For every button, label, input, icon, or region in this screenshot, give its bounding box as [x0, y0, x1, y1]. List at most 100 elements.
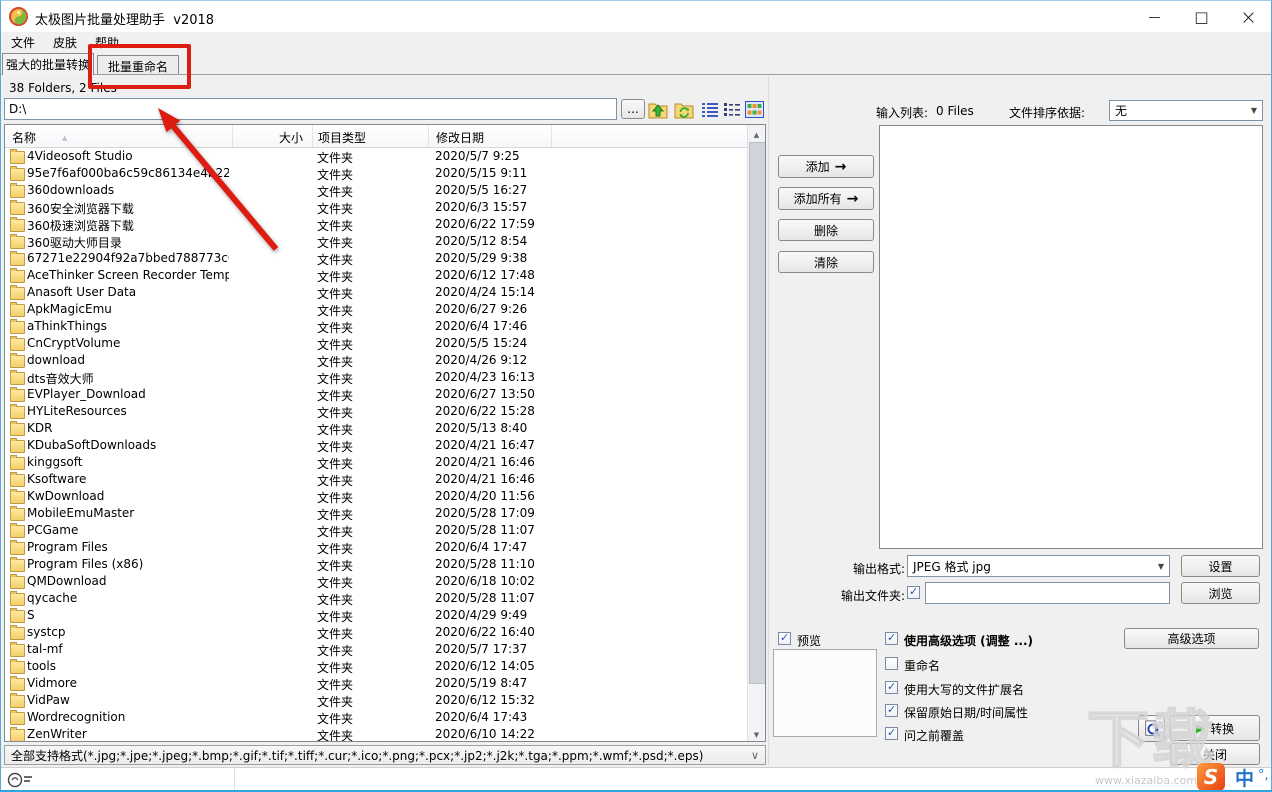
path-input[interactable] — [4, 98, 617, 120]
table-row[interactable]: EVPlayer_Download 文件夹 2020/6/27 13:50 — [5, 386, 748, 403]
table-row[interactable]: 360安全浏览器下载 文件夹 2020/6/3 15:57 — [5, 199, 748, 216]
scroll-down-button[interactable] — [748, 725, 765, 741]
table-row[interactable]: QMDownload 文件夹 2020/6/18 10:02 — [5, 573, 748, 590]
table-row[interactable]: VidPaw 文件夹 2020/6/12 15:32 — [5, 692, 748, 709]
column-header-size[interactable]: 大小 — [233, 125, 313, 147]
input-file-listbox[interactable] — [879, 125, 1263, 549]
clear-button[interactable]: 清除 — [778, 251, 874, 273]
output-folder-checkbox[interactable] — [907, 585, 920, 599]
column-header-name[interactable]: 名称 — [5, 125, 233, 147]
table-row[interactable]: Anasoft User Data 文件夹 2020/4/24 15:14 — [5, 284, 748, 301]
table-row[interactable]: tal-mf 文件夹 2020/5/7 17:37 — [5, 641, 748, 658]
convert-button[interactable]: 转换 — [1170, 715, 1260, 741]
folder-icon — [10, 693, 25, 708]
menu-item[interactable]: 文件 — [3, 32, 43, 53]
table-row[interactable]: ApkMagicEmu 文件夹 2020/6/27 9:26 — [5, 301, 748, 318]
add-all-button[interactable]: 添加所有 — [778, 187, 874, 210]
table-row[interactable]: Wordrecognition 文件夹 2020/6/4 17:43 — [5, 709, 748, 726]
table-row[interactable]: CnCryptVolume 文件夹 2020/5/5 15:24 — [5, 335, 748, 352]
table-row[interactable]: AceThinker Screen Recorder Temp 文件夹 2020… — [5, 267, 748, 284]
keep-date-checkbox[interactable] — [885, 703, 898, 717]
table-row[interactable]: 95e7f6af000ba6c59c86134e4b22 文件夹 2020/5/… — [5, 165, 748, 182]
table-row[interactable]: qycache 文件夹 2020/5/28 11:07 — [5, 590, 748, 607]
table-row[interactable]: aThinkThings 文件夹 2020/6/4 17:46 — [5, 318, 748, 335]
column-header-type[interactable]: 项目类型 — [313, 125, 429, 147]
table-row[interactable]: 360downloads 文件夹 2020/5/5 16:27 — [5, 182, 748, 199]
ime-sogou-icon[interactable]: S — [1197, 763, 1225, 790]
ime-toolbar-icons[interactable] — [1258, 768, 1269, 783]
maximize-button[interactable] — [1178, 1, 1225, 32]
table-row[interactable]: kinggsoft 文件夹 2020/4/21 16:46 — [5, 454, 748, 471]
file-type: 文件夹 — [317, 644, 354, 658]
details-view-button[interactable] — [699, 98, 721, 120]
tab-batch-convert[interactable]: 强大的批量转换 — [2, 53, 94, 75]
table-row[interactable]: Ksoftware 文件夹 2020/4/21 16:46 — [5, 471, 748, 488]
table-row[interactable]: 360极速浏览器下载 文件夹 2020/6/22 17:59 — [5, 216, 748, 233]
sort-by-select[interactable]: 无 — [1109, 100, 1263, 121]
table-row[interactable]: PCGame 文件夹 2020/5/28 11:07 — [5, 522, 748, 539]
table-row[interactable]: HYLiteResources 文件夹 2020/6/22 15:28 — [5, 403, 748, 420]
column-header-modified[interactable]: 修改日期 — [429, 125, 552, 147]
table-row[interactable]: Program Files (x86) 文件夹 2020/5/28 11:10 — [5, 556, 748, 573]
folder-icon — [10, 353, 25, 368]
menu-item[interactable]: 皮肤 — [45, 32, 85, 53]
table-row[interactable]: S 文件夹 2020/4/29 9:49 — [5, 607, 748, 624]
file-name: Program Files — [27, 540, 108, 554]
close-button[interactable] — [1225, 1, 1271, 32]
output-format-select[interactable]: JPEG 格式 jpg — [907, 555, 1170, 577]
file-modified: 2020/5/15 9:11 — [435, 166, 528, 180]
table-row[interactable]: dts音效大师 文件夹 2020/4/23 16:13 — [5, 369, 748, 386]
delete-button[interactable]: 删除 — [778, 219, 874, 241]
format-filter-combobox[interactable]: 全部支持格式(*.jpg;*.jpe;*.jpeg;*.bmp;*.gif;*.… — [4, 745, 766, 765]
table-row[interactable]: MobileEmuMaster 文件夹 2020/5/28 17:09 — [5, 505, 748, 522]
folder-icon — [10, 166, 25, 181]
table-row[interactable]: 67271e22904f92a7bbed788773c02a99 文件夹 202… — [5, 250, 748, 267]
folder-icon — [10, 625, 25, 640]
uppercase-ext-label[interactable]: 使用大写的文件扩展名 — [904, 681, 1024, 698]
advanced-options-checkbox[interactable] — [885, 631, 898, 645]
minimize-button[interactable] — [1131, 1, 1178, 32]
refresh-button[interactable] — [673, 98, 695, 120]
preview-result-button[interactable] — [1138, 715, 1165, 742]
table-row[interactable]: Program Files 文件夹 2020/6/4 17:47 — [5, 539, 748, 556]
uppercase-ext-checkbox[interactable] — [885, 680, 898, 694]
table-row[interactable]: download 文件夹 2020/4/26 9:12 — [5, 352, 748, 369]
table-row[interactable]: KDubaSoftDownloads 文件夹 2020/4/21 16:47 — [5, 437, 748, 454]
keep-date-label[interactable]: 保留原始日期/时间属性 — [904, 704, 1028, 721]
table-row[interactable]: systcp 文件夹 2020/6/22 16:40 — [5, 624, 748, 641]
table-row[interactable]: KDR 文件夹 2020/5/13 8:40 — [5, 420, 748, 437]
menu-item[interactable]: 帮助 — [87, 32, 127, 53]
rename-label[interactable]: 重命名 — [904, 657, 940, 674]
file-type: 文件夹 — [317, 168, 354, 182]
table-row[interactable]: KwDownload 文件夹 2020/4/20 11:56 — [5, 488, 748, 505]
close-dialog-button[interactable]: 关闭 — [1170, 743, 1260, 765]
preview-checkbox[interactable] — [778, 631, 791, 645]
rename-checkbox[interactable] — [885, 657, 898, 670]
scroll-up-button[interactable] — [748, 125, 765, 141]
settings-button[interactable]: 设置 — [1181, 555, 1260, 577]
thumbnail-view-button[interactable] — [743, 98, 765, 120]
ask-overwrite-checkbox[interactable] — [885, 726, 898, 740]
add-button[interactable]: 添加 — [778, 155, 874, 178]
list-view-button[interactable] — [721, 98, 743, 120]
scrollbar-thumb[interactable] — [749, 142, 765, 684]
browse-output-button[interactable]: 浏览 — [1181, 582, 1260, 604]
output-folder-input[interactable] — [925, 582, 1170, 604]
file-name: download — [27, 353, 86, 367]
file-name: qycache — [27, 591, 78, 605]
ask-overwrite-label[interactable]: 问之前覆盖 — [904, 727, 964, 744]
ime-language-indicator[interactable]: 中 — [1235, 764, 1254, 790]
table-row[interactable]: 4Videosoft Studio 文件夹 2020/5/7 9:25 — [5, 148, 748, 165]
table-scrollbar[interactable] — [747, 125, 765, 741]
advanced-options-button[interactable]: 高级选项 — [1124, 628, 1259, 649]
folder-up-button[interactable] — [647, 98, 669, 120]
table-row[interactable]: 360驱动大师目录 文件夹 2020/5/12 8:54 — [5, 233, 748, 250]
browse-path-button[interactable]: ... — [621, 99, 645, 119]
table-row[interactable]: tools 文件夹 2020/6/12 14:05 — [5, 658, 748, 675]
chevron-down-icon — [1158, 562, 1164, 571]
tab-batch-rename[interactable]: 批量重命名 — [97, 55, 179, 75]
table-row[interactable]: Vidmore 文件夹 2020/5/19 8:47 — [5, 675, 748, 692]
advanced-options-label[interactable]: 使用高级选项 (调整 ...) — [904, 632, 1033, 649]
preview-label[interactable]: 预览 — [797, 632, 821, 649]
table-row[interactable]: ZenWriter 文件夹 2020/6/10 14:22 — [5, 726, 748, 741]
